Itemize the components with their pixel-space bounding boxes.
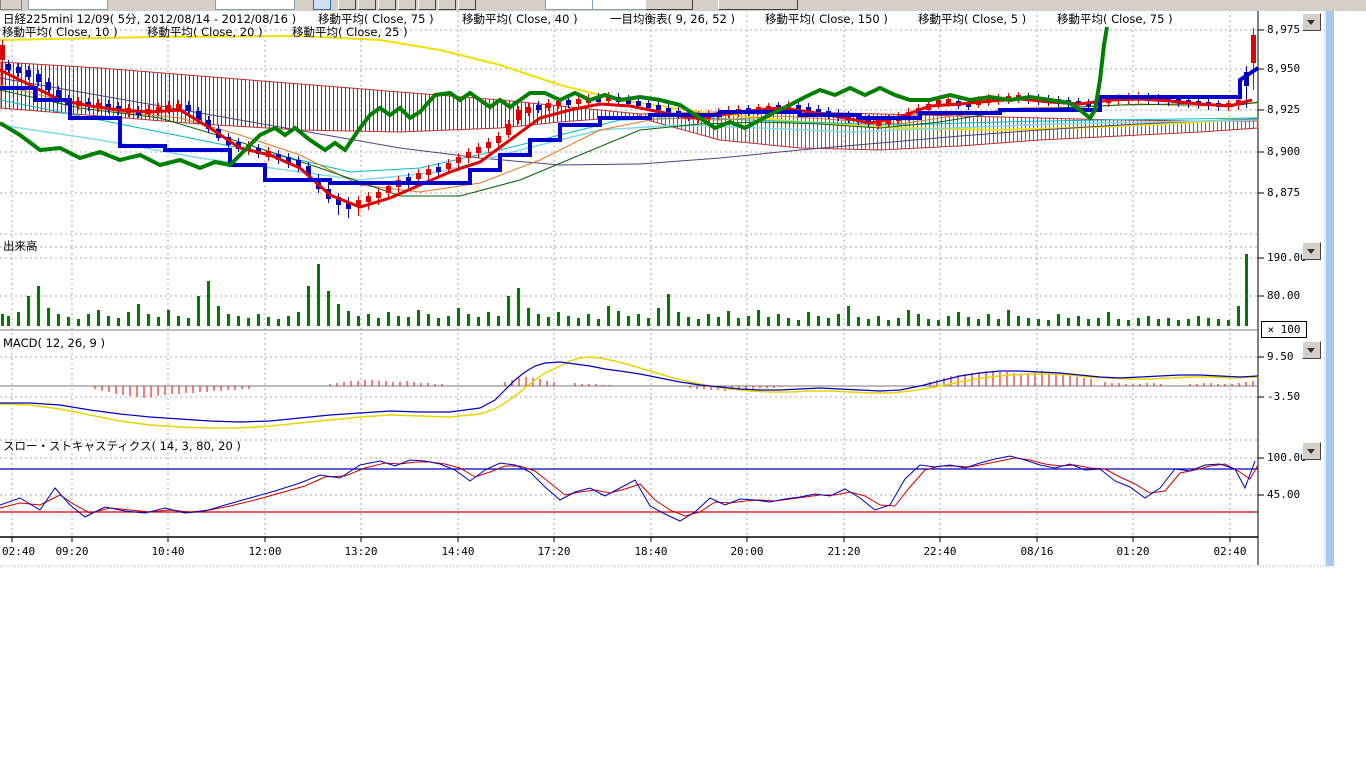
toolbar-apply-button[interactable] (645, 0, 693, 10)
toolbar-combo-symbol[interactable] (28, 0, 108, 10)
vertical-scrollbar[interactable] (1324, 10, 1334, 566)
time-axis-label-5: 14:40 (441, 545, 474, 558)
axis-label: 80.00 (1267, 289, 1300, 302)
axis-label: 100.00 (1267, 451, 1307, 464)
toolbar-icon-button-3[interactable] (378, 0, 396, 10)
toolbar-icon-active[interactable] (313, 0, 331, 10)
legend-item-row2-0: 移動平均( Close, 10 ) (2, 26, 118, 39)
legend-item-row1-5: 移動平均( Close, 5 ) (918, 13, 1026, 26)
axis-label: 8,925 (1267, 103, 1300, 116)
time-axis-label-9: 21:20 (827, 545, 860, 558)
volume-multiplier-badge: × 100 (1261, 321, 1307, 338)
toolbar-combo-period[interactable] (215, 0, 295, 10)
axis-label: 45.00 (1267, 488, 1300, 501)
main-panel-dropdown-button[interactable] (1302, 13, 1321, 31)
toolbar-icon-button-4[interactable] (398, 0, 416, 10)
time-axis-label-6: 17:20 (537, 545, 570, 558)
time-axis-label-10: 22:40 (923, 545, 956, 558)
axis-label: 8,975 (1267, 23, 1300, 36)
toolbar-multi-symbol-button[interactable] (718, 0, 798, 10)
time-axis-label-7: 18:40 (634, 545, 667, 558)
time-axis-label-0: 02:40 (2, 545, 35, 558)
time-axis-label-3: 12:00 (248, 545, 281, 558)
time-axis-label-13: 02:40 (1213, 545, 1246, 558)
stochastics-panel-dropdown-button[interactable] (1302, 442, 1321, 460)
axis-label: 8,875 (1267, 186, 1300, 199)
legend-item-row2-1: 移動平均( Close, 20 ) (147, 26, 263, 39)
macd-panel-label: MACD( 12, 26, 9 ) (3, 336, 105, 350)
toolbar-icon-button-2[interactable] (358, 0, 376, 10)
volume-panel-label: 出来高 (3, 238, 38, 254)
volume-panel-dropdown-button[interactable] (1302, 242, 1321, 260)
time-axis-label-11: 08/16 (1020, 545, 1053, 558)
toolbar-icon-button-1[interactable] (338, 0, 356, 10)
time-axis-label-1: 09:20 (55, 545, 88, 558)
legend-item-row2-2: 移動平均( Close, 25 ) (292, 26, 408, 39)
legend-item-row1-6: 移動平均( Close, 75 ) (1057, 13, 1173, 26)
top-toolbar (0, 0, 1366, 11)
chart-canvas[interactable] (0, 10, 1332, 567)
toolbar-icon-button-5[interactable] (418, 0, 436, 10)
legend-item-row1-4: 移動平均( Close, 150 ) (765, 13, 888, 26)
axis-label: 9.50 (1267, 350, 1294, 363)
legend-item-row1-3: 一目均衡表( 9, 26, 52 ) (610, 13, 735, 26)
time-axis-label-2: 10:40 (151, 545, 184, 558)
time-axis-label-12: 01:20 (1116, 545, 1149, 558)
toolbar-icon-button-6[interactable] (438, 0, 456, 10)
time-axis-label-8: 20:00 (730, 545, 763, 558)
stochastics-panel-label: スロー・ストキャスティクス( 14, 3, 80, 20 ) (3, 438, 241, 454)
axis-label: -3.50 (1267, 390, 1300, 403)
axis-label: 8,900 (1267, 145, 1300, 158)
legend-item-row1-2: 移動平均( Close, 40 ) (462, 13, 578, 26)
axis-label: 8,950 (1267, 62, 1300, 75)
macd-panel-dropdown-button[interactable] (1302, 341, 1321, 359)
axis-label: 190.00 (1267, 251, 1307, 264)
time-axis-label-4: 13:20 (344, 545, 377, 558)
toolbar-partial-box[interactable] (0, 0, 22, 10)
toolbar-icon-button-7[interactable] (458, 0, 476, 10)
